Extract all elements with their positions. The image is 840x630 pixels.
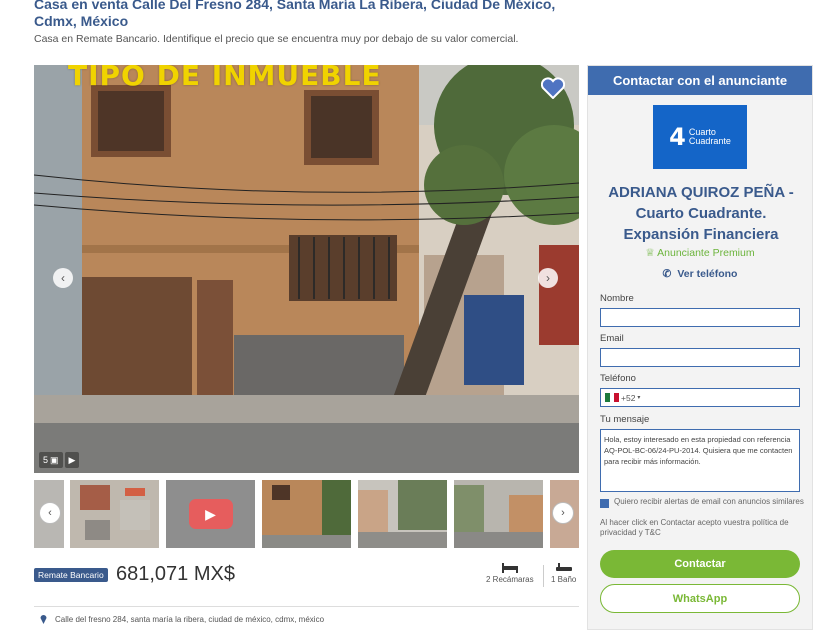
bathtub-icon bbox=[555, 563, 572, 571]
agent-name[interactable]: ADRIANA QUIROZ PEÑA - Cuarto Cuadrante. … bbox=[596, 182, 806, 245]
thumbnail[interactable] bbox=[70, 480, 159, 548]
message-label: Tu mensaje bbox=[600, 414, 650, 425]
section-divider bbox=[34, 606, 579, 607]
mexico-flag-icon[interactable] bbox=[605, 393, 620, 402]
price: 681,071 MX$ bbox=[116, 563, 235, 585]
email-field[interactable] bbox=[600, 348, 800, 367]
crown-icon: ♕ bbox=[645, 247, 655, 259]
view-phone-link[interactable]: ✆ Ver teléfono bbox=[588, 268, 812, 280]
contact-header: Contactar con el anunciante bbox=[588, 66, 812, 95]
play-icon: ▶ bbox=[188, 499, 233, 529]
logo-number: 4 bbox=[669, 123, 686, 151]
chevron-left-icon[interactable]: ‹ bbox=[53, 268, 73, 288]
alerts-label: Quiero recibir alertas de email con anun… bbox=[614, 497, 804, 506]
listing-title: Casa en venta Calle Del Fresno 284, Sant… bbox=[34, 0, 556, 29]
whatsapp-button[interactable]: WhatsApp bbox=[600, 584, 800, 613]
photo-count-value: 5 bbox=[43, 455, 49, 465]
chevron-right-icon[interactable]: › bbox=[538, 268, 558, 288]
phone-prefix: +52 bbox=[621, 392, 636, 403]
view-phone-label: Ver teléfono bbox=[677, 268, 738, 280]
premium-badge: ♕ Anunciante Premium bbox=[588, 247, 812, 259]
photo-count: 5 ▣ bbox=[39, 452, 63, 468]
map-pin-icon bbox=[40, 615, 47, 624]
feature-divider bbox=[543, 565, 544, 587]
thumbnail-strip: ▶ ‹ › bbox=[34, 480, 579, 548]
logo-text: Cuarto Cuadrante bbox=[689, 128, 731, 146]
email-label: Email bbox=[600, 333, 624, 344]
bathrooms-label: 1 Baño bbox=[551, 575, 577, 584]
media-counters: 5 ▣ ▶ bbox=[39, 452, 80, 468]
listing-subtitle: Casa en Remate Bancario. Identifique el … bbox=[34, 33, 519, 45]
property-photo bbox=[34, 65, 579, 473]
property-type-banner: TIPO DE INMUEBLE bbox=[68, 65, 382, 92]
phone-field[interactable]: +52 ▾ bbox=[600, 388, 800, 407]
contact-panel: Contactar con el anunciante 4 Cuarto Cua… bbox=[587, 65, 813, 630]
bedrooms-label: 2 Recámaras bbox=[486, 575, 534, 584]
chevron-left-icon[interactable]: ‹ bbox=[39, 502, 61, 524]
premium-label: Anunciante Premium bbox=[657, 247, 755, 259]
camera-icon: ▣ bbox=[50, 454, 59, 465]
phone-icon: ✆ bbox=[662, 268, 672, 280]
bedrooms-feature: 2 Recámaras bbox=[486, 563, 534, 584]
video-icon: ▶ bbox=[64, 452, 80, 468]
message-textarea[interactable]: Hola, estoy interesado en esta propiedad… bbox=[600, 429, 800, 492]
video-thumbnail[interactable]: ▶ bbox=[166, 480, 255, 548]
email-alerts-option[interactable]: Quiero recibir alertas de email con anun… bbox=[600, 497, 806, 508]
thumbnail[interactable] bbox=[454, 480, 543, 548]
agency-logo[interactable]: 4 Cuarto Cuadrante bbox=[653, 105, 747, 169]
main-photo[interactable]: TIPO DE INMUEBLE ‹ › 5 ▣ ▶ bbox=[34, 65, 579, 473]
chevron-right-icon[interactable]: › bbox=[552, 502, 574, 524]
address-text: Calle del fresno 284, santa maría la rib… bbox=[55, 614, 325, 624]
logo-line2: Cuadrante bbox=[688, 136, 731, 146]
address: Calle del fresno 284, santa maría la rib… bbox=[40, 614, 324, 624]
chevron-down-icon: ▾ bbox=[637, 395, 641, 401]
name-field[interactable] bbox=[600, 308, 800, 327]
name-label: Nombre bbox=[600, 293, 634, 304]
contact-button[interactable]: Contactar bbox=[600, 550, 800, 578]
thumbnail[interactable] bbox=[358, 480, 447, 548]
terms-text: Al hacer click en Contactar acepto vuest… bbox=[600, 518, 789, 537]
bed-icon bbox=[501, 563, 518, 573]
alerts-checkbox[interactable] bbox=[600, 499, 609, 508]
heart-icon[interactable] bbox=[541, 77, 565, 99]
phone-label: Teléfono bbox=[600, 373, 636, 384]
thumbnail[interactable] bbox=[262, 480, 351, 548]
remate-badge: Remate Bancario bbox=[34, 568, 108, 582]
bathrooms-feature: 1 Baño bbox=[551, 563, 576, 584]
